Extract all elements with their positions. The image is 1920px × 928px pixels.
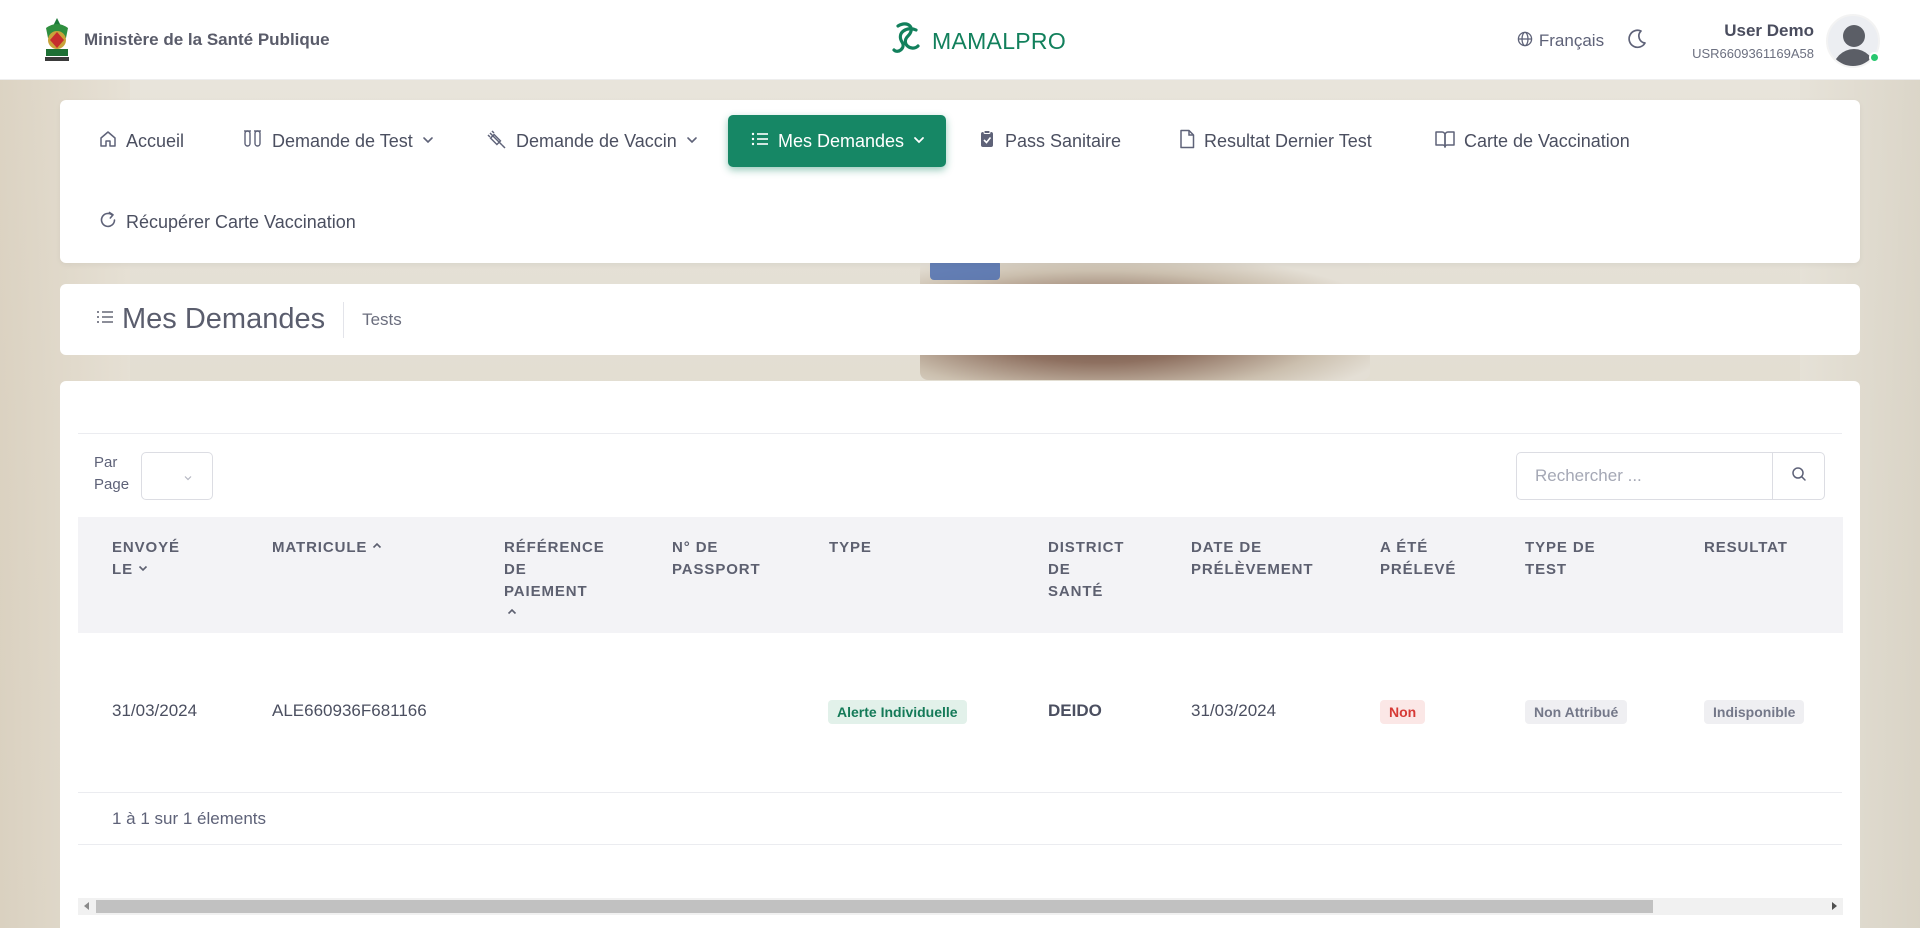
online-status-dot bbox=[1869, 52, 1880, 63]
top-header: Ministère de la Santé Publique MAMALPRO … bbox=[0, 0, 1920, 80]
column-header-passport[interactable]: N° DE PASSPORT bbox=[672, 537, 761, 581]
pagination-summary: 1 à 1 sur 1 élements bbox=[112, 809, 267, 828]
nav-label-last-test-result: Resultat Dernier Test bbox=[1204, 130, 1372, 151]
ministry-brand[interactable]: Ministère de la Santé Publique bbox=[40, 16, 330, 64]
language-switcher[interactable]: Français bbox=[1517, 31, 1604, 52]
chevron-down-icon bbox=[182, 471, 194, 489]
cell-district: DEIDO bbox=[1048, 701, 1102, 720]
divider bbox=[78, 433, 1842, 434]
divider bbox=[78, 792, 1842, 793]
table-header: ENVOYÉ LE MATRICULE RÉFÉRENCE DE PAIEMEN… bbox=[78, 517, 1843, 633]
breadcrumb[interactable]: Tests bbox=[344, 310, 402, 330]
cell-sample-date: 31/03/2024 bbox=[1191, 701, 1277, 720]
list-icon bbox=[96, 309, 114, 330]
sort-asc-icon bbox=[371, 537, 383, 559]
nav-item-health-pass[interactable]: Pass Sanitaire bbox=[967, 115, 1131, 167]
scrollbar-thumb[interactable] bbox=[96, 900, 1653, 913]
clipboard-check-icon bbox=[977, 129, 997, 154]
dark-mode-toggle-icon[interactable] bbox=[1626, 28, 1648, 55]
column-header-result[interactable]: RESULTAT bbox=[1704, 537, 1788, 559]
nav-item-home[interactable]: Accueil bbox=[88, 115, 194, 167]
nav-item-test-request[interactable]: Demande de Test bbox=[232, 115, 445, 167]
column-header-sent[interactable]: ENVOYÉ LE bbox=[112, 537, 180, 581]
column-header-sample-date[interactable]: DATE DE PRÉLÈVEMENT bbox=[1191, 537, 1313, 581]
cameroon-emblem-icon bbox=[40, 16, 74, 64]
nav-label-test-request: Demande de Test bbox=[272, 130, 413, 151]
test-type-badge: Non Attribué bbox=[1525, 700, 1628, 724]
globe-icon bbox=[1517, 31, 1533, 52]
scroll-right-icon[interactable] bbox=[1832, 902, 1837, 910]
per-page-select[interactable] bbox=[141, 452, 213, 500]
sort-asc-icon bbox=[506, 603, 518, 625]
user-info[interactable]: User Demo USR6609361169A58 bbox=[1692, 21, 1814, 61]
column-header-payment-ref[interactable]: RÉFÉRENCE DE PAIEMENT bbox=[504, 537, 605, 625]
page-header: Mes Demandes Tests bbox=[60, 284, 1860, 355]
nav-item-last-test-result[interactable]: Resultat Dernier Test bbox=[1168, 115, 1382, 167]
sort-desc-icon bbox=[137, 559, 149, 581]
file-icon bbox=[1178, 129, 1196, 154]
nav-label-vaccine-request: Demande de Vaccin bbox=[516, 130, 677, 151]
result-badge: Indisponible bbox=[1704, 700, 1805, 724]
nav-label-my-requests: Mes Demandes bbox=[778, 130, 905, 151]
sampled-badge: Non bbox=[1380, 700, 1426, 724]
app-brand[interactable]: MAMALPRO bbox=[890, 20, 1066, 63]
home-icon bbox=[98, 129, 118, 154]
nav-item-my-requests[interactable]: Mes Demandes bbox=[728, 115, 946, 167]
nav-label-health-pass: Pass Sanitaire bbox=[1005, 130, 1122, 151]
column-header-matricule[interactable]: MATRICULE bbox=[272, 537, 383, 559]
column-header-type[interactable]: TYPE bbox=[829, 537, 872, 559]
column-header-test-type[interactable]: TYPE DE TEST bbox=[1525, 537, 1595, 581]
list-icon bbox=[750, 130, 770, 153]
search-box bbox=[1516, 452, 1825, 500]
search-button[interactable] bbox=[1772, 453, 1824, 499]
main-navigation: Accueil Demande de Test Demande de Vacci… bbox=[60, 100, 1860, 263]
ministry-name: Ministère de la Santé Publique bbox=[84, 30, 330, 49]
cell-sent: 31/03/2024 bbox=[112, 701, 198, 720]
chevron-down-icon bbox=[421, 131, 435, 152]
test-tubes-icon bbox=[242, 129, 264, 154]
chevron-down-icon bbox=[685, 131, 699, 152]
nav-item-vaccination-card[interactable]: Carte de Vaccination bbox=[1424, 115, 1640, 167]
scroll-left-icon[interactable] bbox=[84, 902, 89, 910]
column-header-district[interactable]: DISTRICT DE SANTÉ bbox=[1048, 537, 1124, 603]
refresh-icon bbox=[98, 210, 118, 235]
nav-label-vaccination-card: Carte de Vaccination bbox=[1464, 130, 1630, 151]
search-input[interactable] bbox=[1517, 453, 1772, 499]
nav-label-home: Accueil bbox=[126, 130, 185, 151]
chevron-down-icon bbox=[912, 131, 926, 152]
user-id: USR6609361169A58 bbox=[1692, 46, 1814, 61]
divider bbox=[78, 844, 1842, 845]
type-badge: Alerte Individuelle bbox=[828, 700, 967, 724]
page-title: Mes Demandes bbox=[122, 303, 326, 335]
book-open-icon bbox=[1434, 129, 1456, 154]
per-page-label: Par Page bbox=[94, 454, 130, 493]
column-header-sampled[interactable]: A ÉTÉ PRÉLEVÉ bbox=[1380, 537, 1456, 581]
nav-label-recover-card: Récupérer Carte Vaccination bbox=[126, 211, 356, 232]
search-icon bbox=[1791, 466, 1807, 487]
app-name: MAMALPRO bbox=[932, 28, 1067, 54]
mamalpro-logo-icon bbox=[890, 20, 924, 63]
nav-item-recover-card[interactable]: Récupérer Carte Vaccination bbox=[88, 196, 366, 248]
horizontal-scrollbar[interactable] bbox=[78, 898, 1843, 915]
cell-matricule: ALE660936F681166 bbox=[272, 701, 427, 720]
user-name: User Demo bbox=[1724, 21, 1814, 40]
nav-item-vaccine-request[interactable]: Demande de Vaccin bbox=[476, 115, 709, 167]
syringe-icon bbox=[486, 129, 508, 154]
language-label: Français bbox=[1538, 31, 1605, 50]
requests-table-card: Par Page ENVOYÉ LE MATRICULE RÉFÉRENCE D… bbox=[60, 381, 1860, 928]
